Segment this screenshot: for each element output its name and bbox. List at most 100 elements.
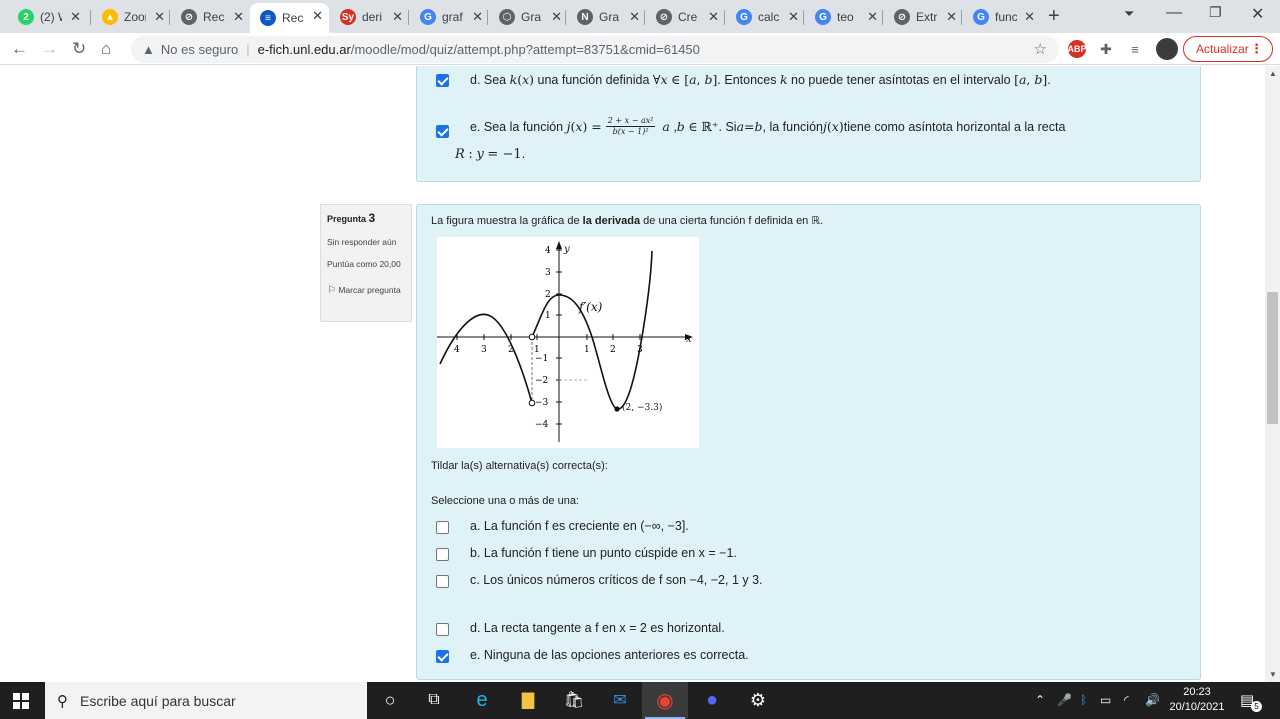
tab-separator <box>408 10 409 25</box>
close-window-button[interactable]: ✕ <box>1251 4 1264 24</box>
curve-left <box>439 313 533 404</box>
home-icon[interactable]: ⌂ <box>101 39 111 59</box>
tab-close-icon[interactable]: ✕ <box>1024 9 1035 25</box>
browser-tab[interactable]: 2 (2) W ✕ <box>8 4 87 30</box>
q2-option-d-checkbox[interactable] <box>436 74 449 87</box>
q3-option-text: c. Los únicos números críticos de f son … <box>470 573 763 587</box>
browser-tab[interactable]: ▲ Zoom ✕ <box>92 4 171 30</box>
fraction: 2 + x − ax² b(x − 1)² <box>605 116 656 136</box>
tab-close-icon[interactable]: ✕ <box>788 9 799 25</box>
scroll-down-icon[interactable]: ▼ <box>1269 670 1277 679</box>
browser-tab[interactable]: ⊘ Recu ✕ <box>171 4 250 30</box>
edge-icon[interactable]: e <box>470 688 494 712</box>
axis-ticks: 4 3 2 1 1 2 34321−1−2−3−4 <box>454 246 643 430</box>
url-path[interactable]: /moodle/mod/quiz/attempt.php?attempt=837… <box>351 42 700 57</box>
wifi-icon[interactable]: ◜ <box>1124 693 1129 707</box>
chrome-icon[interactable]: ◉ <box>653 688 677 712</box>
restore-button[interactable]: ❐ <box>1209 4 1222 21</box>
tab-title: graf <box>442 10 463 24</box>
browser-tab[interactable]: Sy deri ✕ <box>330 4 409 30</box>
discord-icon[interactable]: ● <box>700 688 724 712</box>
browser-tab[interactable]: ≡ Recu ✕ <box>250 3 329 33</box>
tab-search-icon[interactable]: ⏷ <box>1124 6 1134 22</box>
q3-option-checkbox[interactable] <box>436 548 449 561</box>
y-axis-label: y <box>563 244 570 255</box>
tab-close-icon[interactable]: ✕ <box>70 9 81 25</box>
menu-dots-icon[interactable]: ⋮ <box>1250 41 1263 57</box>
url-host[interactable]: e-fich.unl.edu.ar <box>258 42 351 57</box>
back-icon[interactable]: ← <box>11 39 28 59</box>
browser-tab[interactable]: ⊘ Cre ✕ <box>646 4 725 30</box>
bluetooth-icon[interactable]: ᛒ <box>1080 693 1087 707</box>
reload-icon[interactable]: ↻ <box>72 39 86 59</box>
vertical-scrollbar[interactable]: ▲ ▼ <box>1265 66 1280 682</box>
tab-close-icon[interactable]: ✕ <box>312 8 323 24</box>
tab-close-icon[interactable]: ✕ <box>392 9 403 25</box>
file-explorer-icon[interactable]: ▇ <box>516 688 540 712</box>
cortana-icon[interactable]: ○ <box>378 688 402 712</box>
battery-icon[interactable]: ▭ <box>1100 693 1111 707</box>
reading-list-icon[interactable]: ≡ <box>1126 40 1144 58</box>
q3-option-checkbox[interactable] <box>436 623 449 636</box>
browser-tab[interactable]: N Gra ✕ <box>567 4 646 30</box>
q3-option-checkbox[interactable] <box>436 521 449 534</box>
tab-close-icon[interactable]: ✕ <box>233 9 244 25</box>
volume-icon[interactable]: 🔊 <box>1145 693 1160 707</box>
browser-tab[interactable]: Ggraf ✕ <box>410 4 489 30</box>
q3-option-checkbox[interactable] <box>436 575 449 588</box>
bookmark-star-icon[interactable]: ☆ <box>1034 40 1047 58</box>
browser-tab[interactable]: Gteo ✕ <box>805 4 884 30</box>
update-button[interactable]: Actualizar ⋮ <box>1183 36 1273 62</box>
x-tick-label: 3 <box>481 345 487 355</box>
chrome-taskbar-active[interactable]: ◉ <box>642 682 688 719</box>
not-secure-label[interactable]: No es seguro <box>161 42 238 57</box>
system-clock[interactable]: 20:23 20/10/2021 <box>1166 685 1228 715</box>
browser-tab[interactable]: ⬡ Gra ✕ <box>489 4 568 30</box>
task-view-icon[interactable]: ⧉ <box>422 688 446 712</box>
tab-close-icon[interactable]: ✕ <box>472 9 483 25</box>
tab-close-icon[interactable]: ✕ <box>867 9 878 25</box>
flag-icon[interactable]: ⚐ <box>327 285 336 296</box>
tab-favicon-icon: G <box>736 9 752 25</box>
tab-close-icon[interactable]: ✕ <box>946 9 957 25</box>
browser-tab[interactable]: Gcalc ✕ <box>726 4 805 30</box>
q2-option-e-checkbox[interactable] <box>436 125 449 138</box>
tab-title: Gra <box>599 10 620 24</box>
tab-favicon-icon: ⬡ <box>499 9 515 25</box>
scroll-up-icon[interactable]: ▲ <box>1269 69 1277 78</box>
warning-icon[interactable]: ▲ <box>142 42 155 57</box>
store-icon[interactable]: 🛍 <box>562 688 586 712</box>
settings-gear-icon[interactable]: ⚙ <box>746 688 770 712</box>
browser-tab[interactable]: Gfunc ✕ <box>963 4 1041 30</box>
extensions-puzzle-icon[interactable]: ✚ <box>1097 40 1115 58</box>
browser-tab[interactable]: ⊘ Extr ✕ <box>884 4 963 30</box>
adblock-icon[interactable]: ABP <box>1068 40 1087 58</box>
y-tick-label: 4 <box>545 246 551 256</box>
q3-option-text: a. La función f es creciente en (−∞, −3]… <box>470 519 689 533</box>
microphone-icon[interactable]: 🎤 <box>1057 693 1072 707</box>
tab-favicon-icon: Sy <box>340 9 356 25</box>
tray-chevron-icon[interactable]: ⌃ <box>1035 693 1045 707</box>
tab-close-icon[interactable]: ✕ <box>708 9 719 25</box>
forward-icon[interactable]: → <box>41 39 58 59</box>
flag-question-link[interactable]: ⚐ Marcar pregunta <box>327 281 405 300</box>
tab-favicon-icon: ≡ <box>260 10 276 26</box>
tab-close-icon[interactable]: ✕ <box>154 9 165 25</box>
tab-favicon-icon: G <box>420 9 436 25</box>
tab-title: Cre <box>678 10 698 24</box>
tab-close-icon[interactable]: ✕ <box>629 9 640 25</box>
mail-icon[interactable]: ✉ <box>608 688 632 712</box>
address-bar[interactable]: ▲ No es seguro | e-fich.unl.edu.ar/moodl… <box>131 36 1059 63</box>
new-tab-button[interactable]: + <box>1048 5 1060 28</box>
instruction-text: Tildar la(s) alternativa(s) correcta(s): <box>431 460 608 472</box>
taskbar-search[interactable]: ⚲ Escribe aquí para buscar <box>45 682 367 719</box>
tab-title: Extr <box>916 10 938 24</box>
q3-option-checkbox[interactable] <box>436 650 449 663</box>
minimize-button[interactable]: — <box>1166 4 1182 22</box>
search-icon: ⚲ <box>57 692 68 710</box>
q3-option-text: d. La recta tangente a f en x = 2 es hor… <box>470 621 725 635</box>
profile-avatar[interactable] <box>1156 38 1178 60</box>
start-button[interactable] <box>13 693 29 709</box>
tab-close-icon[interactable]: ✕ <box>551 9 562 25</box>
scroll-thumb[interactable] <box>1267 292 1278 424</box>
